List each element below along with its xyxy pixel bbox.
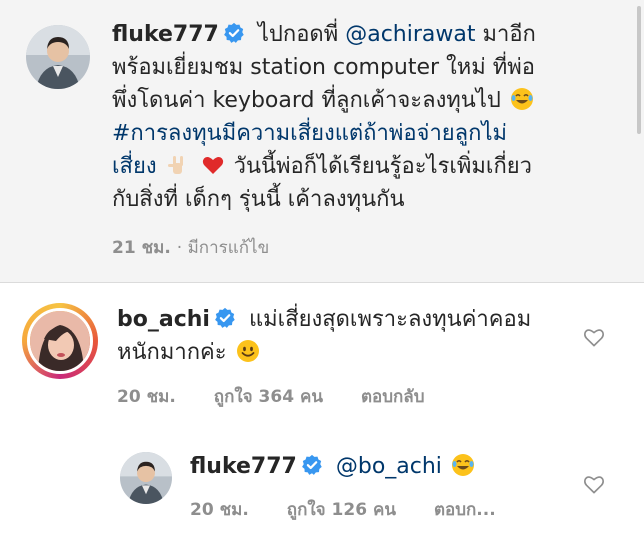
verified-badge-icon <box>215 307 235 328</box>
mention-achirawat[interactable]: @achirawat <box>345 22 475 47</box>
comment-bo-achi-line1: แม่เสี่ยงสุดเพราะลงทุนค่าคอม <box>248 307 532 332</box>
caption-tail2: กับสิ่งที่ เด็กๆ รุ่นนี้ เค้าลงทุนกัน <box>112 187 405 212</box>
username-fluke777-reply[interactable]: fluke777 <box>190 454 297 479</box>
username-bo-achi[interactable]: bo_achi <box>117 307 210 332</box>
comment-fluke777-meta: 20 ชม. ถูกใจ 126 คน ตอบก... <box>190 496 496 523</box>
like-heart-icon[interactable] <box>583 474 605 494</box>
avatar-fluke777-reply[interactable] <box>120 452 172 504</box>
verified-badge-icon <box>223 22 244 43</box>
avatar-fluke777[interactable] <box>26 25 90 89</box>
reply-button[interactable]: ตอบกลับ <box>361 387 425 407</box>
comment-bo-achi-meta: 20 ชม. ถูกใจ 364 คน ตอบกลับ <box>117 383 425 410</box>
post-time: 21 ชม. <box>112 238 171 258</box>
laughing-tears-emoji-icon <box>510 88 533 110</box>
username-fluke777[interactable]: fluke777 <box>112 22 219 47</box>
reply-button[interactable]: ตอบก... <box>434 500 496 520</box>
caption-text: fluke777 ไปกอดพี่ @achirawat มาอีก พร้อม… <box>112 18 632 216</box>
post-meta: 21 ชม. · มีการแก้ไข <box>112 234 307 261</box>
caption-line3: พึ่งโดนค่า keyboard ที่ลูกเค้าจะลงทุนไป <box>112 88 501 113</box>
caption-lead: ไปกอดพี่ <box>257 22 339 47</box>
comment-bo-achi-text: bo_achi แม่เสี่ยงสุดเพราะลงทุนค่าคอม หนั… <box>117 303 577 369</box>
like-count[interactable]: ถูกใจ 126 คน <box>287 500 396 520</box>
verified-badge-icon <box>301 454 322 475</box>
comment-bo-achi-line2: หนักมากค่ะ <box>117 340 227 365</box>
like-heart-icon[interactable] <box>583 327 605 347</box>
smiling-face-emoji-icon <box>236 340 259 362</box>
red-heart-emoji-icon <box>202 157 223 174</box>
divider <box>0 282 644 283</box>
avatar-bo-achi[interactable] <box>27 308 93 374</box>
like-count[interactable]: ถูกใจ 364 คน <box>214 387 323 407</box>
laughing-tears-emoji-icon <box>451 454 474 476</box>
mention-bo-achi[interactable]: @bo_achi <box>336 454 442 479</box>
scrollbar[interactable] <box>637 6 641 134</box>
comment-time: 20 ชม. <box>117 387 176 407</box>
love-you-hand-emoji-icon <box>167 156 183 174</box>
caption-tail1: วันนี้พ่อก็ได้เรียนรู้อะไรเพิ่มเกี่ยว <box>233 154 533 179</box>
edited-label: · มีการแก้ไข <box>176 238 270 258</box>
hashtag-line1[interactable]: #การลงทุนมีความเสี่ยงแต่ถ้าพ่อจ่ายลูกไม่ <box>112 121 507 146</box>
hashtag-line2[interactable]: เสี่ยง <box>112 154 157 179</box>
caption-line2: พร้อมเยี่ยมชม station computer ใหม่ ที่พ… <box>112 55 536 80</box>
comment-time: 20 ชม. <box>190 500 249 520</box>
caption-line1-tail: มาอีก <box>482 22 536 47</box>
comment-fluke777-text: fluke777 @bo_achi <box>190 450 580 483</box>
